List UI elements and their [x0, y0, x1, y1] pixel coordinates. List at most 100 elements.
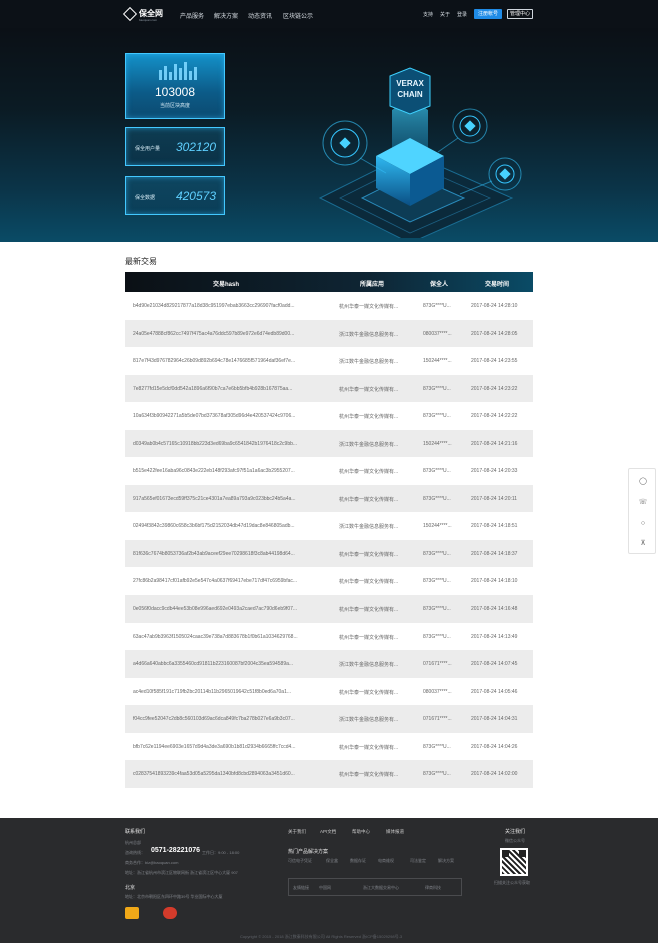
logo-icon [122, 6, 138, 21]
register-button[interactable]: 注册帐号 [474, 9, 502, 19]
nav-item-solutions[interactable]: 解决方案 [214, 11, 238, 20]
block-height-card: 103008 当前区块高度 [125, 53, 225, 119]
table-row[interactable]: f04cc9fee52047c2db8c560103d69ac6dca849fc… [125, 705, 533, 733]
user-cell: 873G****U... [423, 413, 451, 420]
hash-cell[interactable]: 02494f3842c39860c658c3b6bf175d2152034db4… [133, 523, 325, 529]
table-row[interactable]: c02837541893239c4faa53d05a5295da1340bfd8… [125, 760, 533, 788]
hero-banner: 103008 当前区块高度 保全用户量 302120 保全数据 420573 V… [0, 28, 658, 242]
wechat-icon[interactable]: ○ [638, 519, 648, 529]
trust-badge-icon[interactable] [125, 907, 139, 919]
hot-title: 热门产品解决方案 [288, 849, 329, 855]
header-user: 保全人 [430, 282, 449, 288]
app-cell: 杭州华泰一媒文化传媒有... [339, 689, 399, 696]
table-row[interactable]: 24a05e47888cf862cc7497f475ac4a76ddc597b8… [125, 319, 533, 348]
hash-cell[interactable]: a4d66a640abbc6a3355460cd91811b223160087b… [133, 661, 325, 667]
hash-cell[interactable]: 917a565ef01673ecd59ff375c21ce4301a7ea89a… [133, 496, 325, 502]
time-cell: 2017-08-24 14:05:46 [471, 688, 518, 695]
time-cell: 2017-08-24 14:23:55 [471, 358, 518, 365]
app-cell: 杭州华泰一媒文化传媒有... [339, 772, 399, 779]
hash-cell[interactable]: 10a634f3b90942271a5b5de07bd373678af305d9… [133, 413, 325, 419]
app-cell: 杭州华泰一媒文化传媒有... [339, 469, 399, 476]
footer-link-help[interactable]: 帮助中心 [352, 829, 370, 835]
time-cell: 2017-08-24 14:02:00 [471, 771, 518, 778]
nav-item-products[interactable]: 产品服务 [180, 11, 204, 20]
back-to-top-icon[interactable]: ⊼ [638, 539, 648, 549]
app-cell: 浙江数牛金融信息服务有... [339, 662, 399, 669]
data-label: 保全数据 [135, 195, 156, 201]
friend-label: 友情链接 [293, 885, 309, 890]
hot-item[interactable]: 数据存证 [350, 858, 366, 864]
table-row[interactable]: 917a565ef01673ecd59ff375c21ce4301a7ea89a… [125, 484, 533, 513]
hot-item[interactable]: 可信电子凭证 [288, 858, 312, 864]
hash-cell[interactable]: 81f636c7674b8053736af2b43ab9aceef29ee702… [133, 551, 325, 557]
friend-link[interactable]: 律商科技 [425, 885, 441, 891]
block-height-label: 当前区块高度 [159, 103, 190, 109]
table-row[interactable]: 817e7f43d976782964c26b09d892b694c78e1476… [125, 347, 533, 375]
police-badge-icon[interactable] [163, 907, 177, 919]
table-row[interactable]: 27fc86b2a98417cf01afb92e5e547c4a0637f694… [125, 567, 533, 595]
console-button[interactable]: 管理中心 [507, 9, 533, 19]
hash-cell[interactable]: c02837541893239c4faa53d05a5295da1340bfd8… [133, 771, 325, 777]
user-cell: 150244****... [423, 440, 452, 447]
friend-link[interactable]: 中国网 [319, 885, 331, 891]
footer-link-about[interactable]: 关于我们 [288, 829, 306, 835]
hash-cell[interactable]: 817e7f43d976782964c26b09d892b694c78e1476… [133, 358, 325, 364]
logo[interactable]: 保全网 baoquan.com [122, 6, 163, 22]
logo-subtext: baoquan.com [139, 18, 158, 22]
hash-cell[interactable]: 27fc86b2a98417cf01afb92e5e547c4a0637f694… [133, 578, 325, 584]
table-row[interactable]: 7e8277fd15e5dcf0dd542a1896a6f90b7ca7e6bb… [125, 374, 533, 403]
user-cell: 080037****... [423, 330, 452, 337]
nav-login-link[interactable]: 登录 [457, 11, 467, 18]
hash-cell[interactable]: 0e056f0dacc9cdb44ee53b08e996aed692e0493a… [133, 606, 325, 612]
friend-link[interactable]: 浙江大数据交易中心 [363, 885, 399, 891]
nav-support-link[interactable]: 支持 [423, 11, 433, 18]
hash-cell[interactable]: d0349ab0b4c57165c10918bb223d3ed69ba9c654… [133, 441, 325, 447]
table-row[interactable]: 10a634f3b90942271a5b5de07bd373678af305d9… [125, 402, 533, 430]
email-text[interactable]: 商务合作：biz@baoquan.com [125, 860, 178, 866]
user-cell: 873G****U... [423, 303, 451, 309]
footer-link-media[interactable]: 媒体报道 [386, 829, 404, 835]
hot-item[interactable]: 司法鉴定 [410, 858, 426, 864]
table-row[interactable]: 0e056f0dacc9cdb44ee53b08e996aed692e0493a… [125, 595, 533, 623]
hot-item[interactable]: 电商维权 [378, 858, 394, 864]
table-row[interactable]: b515e422fee16aba96c0843e222eb148f293afc9… [125, 457, 533, 485]
hash-cell[interactable]: 7e8277fd15e5dcf0dd542a1896a6f90b7ca7e6bb… [133, 386, 325, 392]
table-row[interactable]: bfb7c62e1194ee6903e1657d9d4a3de3a690b1b8… [125, 733, 533, 761]
table-row[interactable]: ac4ed10f585f191c719fb2bc20114b11b2965019… [125, 678, 533, 706]
user-cell: 873G****U... [423, 771, 451, 778]
user-cell: 080037****... [423, 688, 452, 695]
table-row[interactable]: d0349ab0b4c57165c10918bb223d3ed69ba9c654… [125, 429, 533, 458]
hot-item[interactable]: 保全盒 [326, 858, 338, 864]
footer-link-api[interactable]: API文档 [320, 829, 336, 835]
hash-cell[interactable]: f04cc9fee52047c2db8c560103d69ac6dca849fc… [133, 716, 325, 722]
time-cell: 2017-08-24 14:21:16 [471, 440, 518, 447]
hash-cell[interactable]: b4d90e21034d829217877a18d38c951997ebab36… [133, 303, 325, 309]
phone-icon[interactable]: ☏ [638, 498, 648, 508]
user-cell: 873G****U... [423, 495, 451, 502]
nav-about-link[interactable]: 关于 [440, 11, 450, 18]
verax-text: VERAX [396, 79, 424, 88]
hash-cell[interactable]: 63ac47ab9b3963f1505024caac39e738a7d88367… [133, 634, 325, 640]
qq-icon[interactable]: ◯ [638, 477, 648, 487]
phone-number[interactable]: 0571-28221076 [151, 847, 200, 854]
table-row[interactable]: a4d66a640abbc6a3355460cd91811b223160087b… [125, 650, 533, 678]
app-cell: 浙江数牛金融信息服务有... [339, 524, 399, 531]
table-row[interactable]: b4d90e21034d829217877a18d38c951997ebab36… [125, 292, 533, 320]
user-cell: 873G****U... [423, 633, 451, 640]
hot-item[interactable]: 解决方案 [438, 858, 454, 864]
data-card: 保全数据 420573 [125, 176, 225, 215]
app-cell: 杭州华泰一媒文化传媒有... [339, 551, 399, 558]
hash-cell[interactable]: bfb7c62e1194ee6903e1657d9d4a3de3a690b1b8… [133, 744, 325, 750]
nav-item-blockchain[interactable]: 区块链公示 [283, 11, 313, 20]
hash-cell[interactable]: ac4ed10f585f191c719fb2bc20114b11b2965019… [133, 689, 325, 695]
table-row[interactable]: 63ac47ab9b3963f1505024caac39e738a7d88367… [125, 623, 533, 651]
hash-cell[interactable]: b515e422fee16aba96c0843e222eb148f293afc9… [133, 468, 325, 474]
table-row[interactable]: 81f636c7674b8053736af2b43ab9aceef29ee702… [125, 539, 533, 568]
user-cell: 071671****... [423, 716, 452, 723]
hash-cell[interactable]: 24a05e47888cf862cc7497f475ac4a76ddc597b8… [133, 331, 325, 337]
time-cell: 2017-08-24 14:18:37 [471, 550, 518, 557]
nav-item-news[interactable]: 动态资讯 [248, 11, 272, 20]
time-cell: 2017-08-24 14:04:31 [471, 716, 518, 723]
table-row[interactable]: 02494f3842c39860c658c3b6bf175d2152034db4… [125, 512, 533, 540]
qr-caption: 扫描关注公众号获取 [494, 880, 530, 885]
